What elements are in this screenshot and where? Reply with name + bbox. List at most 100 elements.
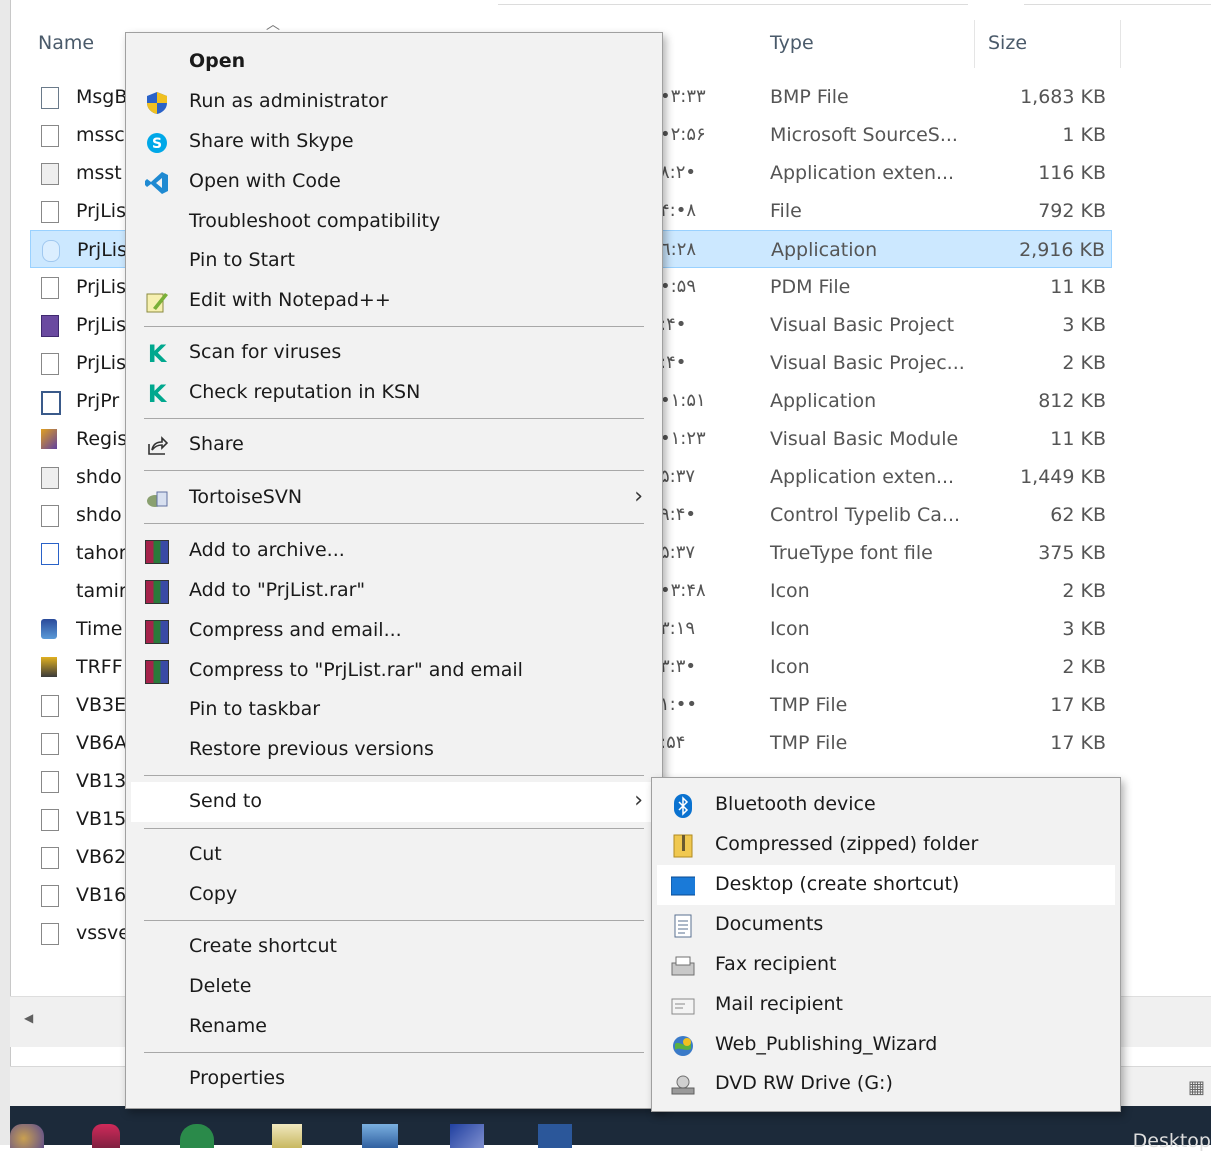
desktop-toolbar-label[interactable]: Desktop bbox=[1133, 1130, 1211, 1152]
column-header-type[interactable]: Type bbox=[770, 32, 814, 54]
menu-item-troubleshoot[interactable]: Troubleshoot compatibility bbox=[131, 202, 657, 242]
menu-item-properties[interactable]: Properties bbox=[131, 1059, 657, 1099]
menu-item-label: Compress and email... bbox=[189, 619, 402, 641]
file-modified-time: •٣:٣٣ bbox=[660, 86, 706, 107]
file-modified-time: ٣:١٩ bbox=[660, 618, 696, 639]
vs-app-icon[interactable] bbox=[450, 1124, 484, 1148]
menu-item-add-rar[interactable]: Add to "PrjList.rar" bbox=[131, 571, 657, 611]
menu-item-tortoisesvn[interactable]: TortoiseSVN › bbox=[131, 478, 657, 518]
menu-item-label: Mail recipient bbox=[715, 993, 843, 1015]
browser-app-icon[interactable] bbox=[180, 1124, 214, 1148]
file-size: 11 KB bbox=[1050, 276, 1106, 298]
file-modified-time: •١:۵١ bbox=[660, 390, 706, 411]
menu-item-scan-viruses[interactable]: K Scan for viruses bbox=[131, 333, 657, 373]
menu-item-add-archive[interactable]: Add to archive... bbox=[131, 531, 657, 571]
column-header-name[interactable]: Name bbox=[38, 32, 94, 54]
menu-item-label: Delete bbox=[189, 975, 252, 997]
menu-item-label: Edit with Notepad++ bbox=[189, 289, 391, 311]
word-app-icon[interactable] bbox=[538, 1124, 572, 1148]
web-publishing-wizard-icon bbox=[671, 1034, 695, 1058]
send-to-desktop[interactable]: Desktop (create shortcut) bbox=[657, 865, 1115, 905]
menu-item-open-with-code[interactable]: Open with Code bbox=[131, 162, 657, 202]
send-to-dvd[interactable]: DVD RW Drive (G:) bbox=[657, 1064, 1115, 1104]
paint-app-icon[interactable] bbox=[10, 1124, 44, 1148]
fax-icon bbox=[671, 954, 695, 978]
column-separator[interactable] bbox=[974, 20, 975, 68]
database-app-icon[interactable] bbox=[92, 1124, 120, 1148]
menu-item-create-shortcut[interactable]: Create shortcut bbox=[131, 927, 657, 967]
generic-file-icon bbox=[41, 125, 59, 147]
file-modified-time: :۴• bbox=[660, 352, 687, 373]
menu-item-label: Pin to taskbar bbox=[189, 698, 321, 720]
file-size: 2,916 KB bbox=[1019, 239, 1105, 261]
send-to-fax[interactable]: Fax recipient bbox=[657, 945, 1115, 985]
window-left-edge bbox=[0, 0, 11, 1145]
send-to-zip[interactable]: Compressed (zipped) folder bbox=[657, 825, 1115, 865]
menu-separator bbox=[144, 775, 644, 776]
file-modified-time: ۴:•٨ bbox=[660, 200, 697, 221]
menu-item-label: Run as administrator bbox=[189, 90, 388, 112]
menu-item-label: TortoiseSVN bbox=[189, 486, 303, 508]
menu-item-edit-notepadpp[interactable]: Edit with Notepad++ bbox=[131, 281, 657, 321]
send-to-bluetooth[interactable]: Bluetooth device bbox=[657, 785, 1115, 825]
menu-separator bbox=[144, 523, 644, 524]
vb-project-icon bbox=[41, 315, 59, 337]
file-modified-time: :۵۴ bbox=[660, 732, 686, 753]
application-window-icon bbox=[41, 391, 61, 415]
send-to-submenu: Bluetooth device Compressed (zipped) fol… bbox=[651, 777, 1121, 1112]
menu-item-label: Open bbox=[189, 50, 246, 72]
column-separator[interactable] bbox=[1120, 20, 1121, 68]
menu-item-delete[interactable]: Delete bbox=[131, 967, 657, 1007]
notepad-app-icon[interactable] bbox=[272, 1124, 302, 1148]
file-type: Visual Basic Projec... bbox=[770, 352, 965, 374]
file-modified-time: ١:•• bbox=[660, 694, 697, 715]
file-size: 2 KB bbox=[1062, 352, 1106, 374]
menu-item-check-reputation[interactable]: K Check reputation in KSN bbox=[131, 373, 657, 413]
menu-item-send-to[interactable]: Send to › bbox=[131, 782, 657, 822]
menu-item-pin-taskbar[interactable]: Pin to taskbar bbox=[131, 690, 657, 730]
menu-item-label: Create shortcut bbox=[189, 935, 337, 957]
file-type: PDM File bbox=[770, 276, 851, 298]
send-to-documents[interactable]: Documents bbox=[657, 905, 1115, 945]
menu-item-copy[interactable]: Copy bbox=[131, 875, 657, 915]
tortoisesvn-icon bbox=[145, 487, 169, 511]
file-modified-time: :۴• bbox=[660, 314, 687, 335]
submenu-arrow-icon: › bbox=[634, 484, 643, 509]
scroll-left-arrow-icon[interactable]: ◀ bbox=[24, 1011, 33, 1025]
network-app-icon[interactable] bbox=[362, 1124, 398, 1148]
file-modified-time: ۵:٣٧ bbox=[660, 466, 696, 487]
menu-item-open[interactable]: Open bbox=[131, 42, 657, 82]
file-type: Control Typelib Ca... bbox=[770, 504, 961, 526]
menu-item-restore-versions[interactable]: Restore previous versions bbox=[131, 730, 657, 770]
file-modified-time: •١:٢٣ bbox=[660, 428, 706, 449]
file-modified-time: ۵:٣٧ bbox=[660, 542, 696, 563]
application-icon bbox=[42, 240, 60, 262]
svg-text:S: S bbox=[152, 136, 162, 152]
menu-item-label: Web_Publishing_Wizard bbox=[715, 1033, 938, 1055]
menu-item-label: Share with Skype bbox=[189, 130, 354, 152]
dll-file-icon bbox=[41, 163, 59, 185]
menu-item-label: Add to archive... bbox=[189, 539, 345, 561]
skype-icon: S bbox=[145, 131, 169, 155]
send-to-web-wizard[interactable]: Web_Publishing_Wizard bbox=[657, 1025, 1115, 1065]
menu-item-run-as-admin[interactable]: Run as administrator bbox=[131, 82, 657, 122]
column-header-size[interactable]: Size bbox=[988, 32, 1027, 54]
menu-item-cut[interactable]: Cut bbox=[131, 835, 657, 875]
generic-file-icon bbox=[41, 733, 59, 755]
send-to-mail[interactable]: Mail recipient bbox=[657, 985, 1115, 1025]
file-modified-time: •:۵٩ bbox=[660, 276, 697, 297]
file-type: File bbox=[770, 200, 802, 222]
menu-item-compress-rar-email[interactable]: Compress to "PrjList.rar" and email bbox=[131, 651, 657, 691]
file-type: Application exten... bbox=[770, 162, 955, 184]
menu-item-pin-start[interactable]: Pin to Start bbox=[131, 241, 657, 281]
header-divider bbox=[1024, 4, 1211, 5]
menu-item-rename[interactable]: Rename bbox=[131, 1007, 657, 1047]
menu-item-share-skype[interactable]: S Share with Skype bbox=[131, 122, 657, 162]
winrar-icon bbox=[145, 620, 169, 644]
details-view-icon[interactable]: ▦ bbox=[1188, 1077, 1205, 1098]
generic-file-icon bbox=[41, 885, 59, 907]
menu-item-share[interactable]: Share bbox=[131, 425, 657, 465]
sort-ascending-icon: ︿ bbox=[266, 17, 280, 33]
generic-file-icon bbox=[41, 809, 59, 831]
menu-item-compress-email[interactable]: Compress and email... bbox=[131, 611, 657, 651]
